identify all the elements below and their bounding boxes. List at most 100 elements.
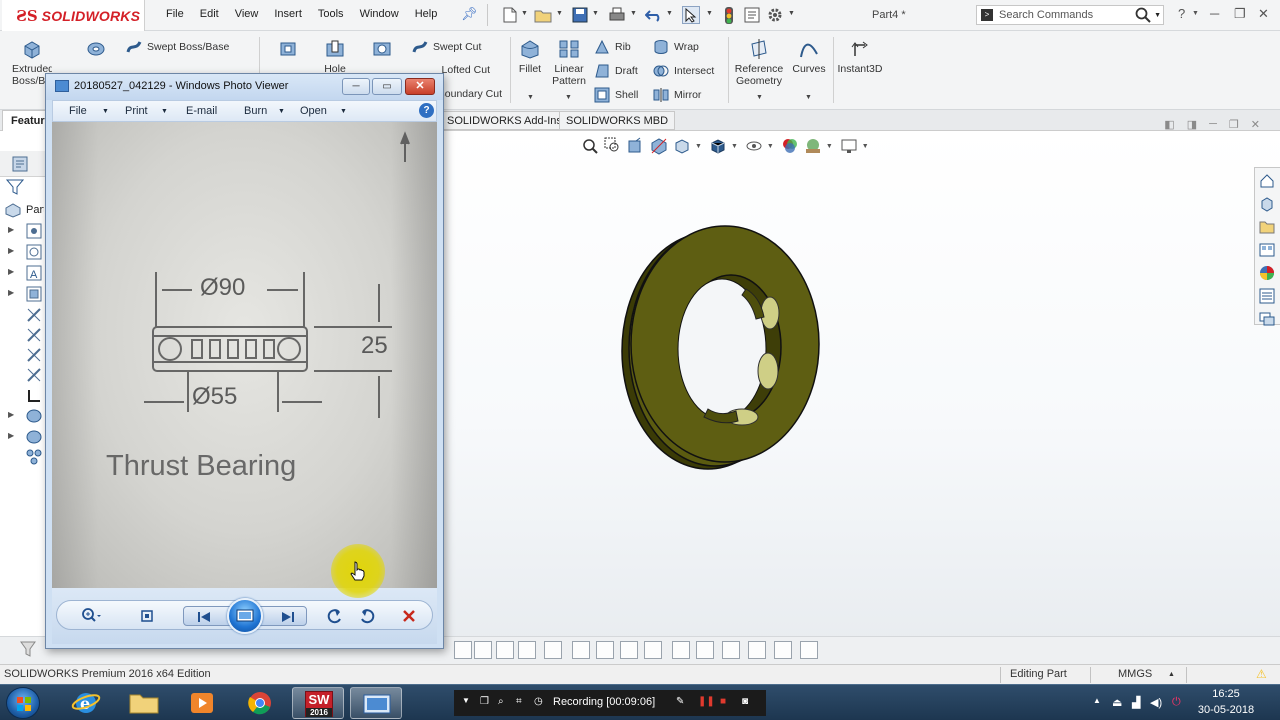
chevron-down-icon[interactable]: ▼ <box>527 94 534 101</box>
chevron-down-icon[interactable]: ▼ <box>565 94 572 101</box>
clock-date[interactable]: 30-05-2018 <box>1196 704 1256 716</box>
mirror-button[interactable]: Mirror <box>653 87 701 103</box>
menu-help[interactable]: Help <box>415 8 438 20</box>
new-document-icon[interactable] <box>501 6 519 24</box>
view-settings-icon[interactable] <box>839 136 859 156</box>
taskbar-chrome[interactable] <box>234 687 286 719</box>
expand-arrow-icon[interactable]: ▶ <box>8 267 14 276</box>
pen-icon[interactable]: ✎ <box>676 696 684 707</box>
next-icon[interactable] <box>278 607 298 627</box>
chevron-down-icon[interactable]: ▼ <box>788 10 795 17</box>
sketch-mirror-icon[interactable] <box>572 641 590 659</box>
pv-menu-file[interactable]: File <box>69 105 87 117</box>
sketch-trim-icon[interactable] <box>518 641 536 659</box>
slideshow-button[interactable] <box>227 598 263 634</box>
custom-properties-icon[interactable] <box>1257 286 1277 306</box>
chevron-down-icon[interactable]: ▼ <box>592 10 599 17</box>
design-library-icon[interactable] <box>1257 194 1277 214</box>
expand-arrow-icon[interactable]: ▶ <box>8 410 14 419</box>
chevron-down-icon[interactable]: ▼ <box>706 10 713 17</box>
chevron-down-icon[interactable]: ▼ <box>161 108 168 115</box>
fillet-button[interactable]: Fillet <box>516 38 544 75</box>
sketch-move-icon[interactable] <box>620 641 638 659</box>
smart-dimension-icon[interactable] <box>644 641 662 659</box>
expand-arrow-icon[interactable]: ▶ <box>8 288 14 297</box>
rebuild-traffic-light-icon[interactable] <box>720 6 738 24</box>
sketch-rectangle-icon[interactable] <box>474 641 492 659</box>
restore-icon[interactable]: ❐ <box>1234 6 1246 22</box>
close-icon[interactable]: ✕ <box>1251 118 1260 131</box>
hole-wizard-button[interactable]: Hole Wizard <box>318 38 352 75</box>
sketch-pattern-icon[interactable] <box>596 641 614 659</box>
chevron-up-icon[interactable]: ▲ <box>1168 671 1175 678</box>
close-icon[interactable]: ✕ <box>1258 6 1269 22</box>
collapse-arrow-icon[interactable]: ▼ <box>462 696 470 705</box>
search-commands-field[interactable]: > Search Commands ▼ <box>976 5 1164 25</box>
lofted-cut-button[interactable]: Lofted Cut <box>438 64 490 76</box>
chevron-down-icon[interactable]: ▼ <box>1154 12 1161 19</box>
display-relations-icon[interactable] <box>696 641 714 659</box>
graphics-area[interactable]: ◧ ◨ ─ ❐ ✕ ▼ ▼ ▼ ▼ ▼ <box>442 118 1280 664</box>
crop-icon[interactable]: ⌗ <box>516 696 522 707</box>
taskbar-file-explorer[interactable] <box>118 687 170 719</box>
menu-edit[interactable]: Edit <box>200 8 219 20</box>
units-selector[interactable]: MMGS <box>1118 668 1152 680</box>
tile-left-icon[interactable]: ◧ <box>1164 118 1174 131</box>
linear-pattern-button[interactable]: Linear Pattern <box>550 38 588 87</box>
pv-menu-burn[interactable]: Burn <box>244 105 267 117</box>
apply-scene-icon[interactable] <box>803 136 823 156</box>
volume-icon[interactable]: ◀) <box>1150 696 1162 709</box>
swept-cut-button[interactable]: Swept Cut <box>412 39 481 55</box>
display-style-icon[interactable] <box>708 136 728 156</box>
sketch-fillet-icon[interactable] <box>496 641 514 659</box>
instant2d-icon[interactable] <box>800 641 818 659</box>
solidworks-resources-icon[interactable] <box>1257 171 1277 191</box>
restore-icon[interactable]: ❐ <box>1229 118 1239 131</box>
menu-file[interactable]: File <box>166 8 184 20</box>
revolved-cut-button[interactable] <box>370 38 394 63</box>
network-icon[interactable]: ▟ <box>1132 696 1140 709</box>
menu-insert[interactable]: Insert <box>274 8 302 20</box>
print-icon[interactable] <box>608 6 626 24</box>
open-folder-icon[interactable] <box>534 6 552 24</box>
photo-content[interactable]: Ø90 25 Ø55 Thrust Bearing <box>52 122 437 588</box>
file-properties-icon[interactable] <box>743 6 761 24</box>
curves-button[interactable]: Curves <box>792 38 826 75</box>
actual-size-icon[interactable] <box>137 606 157 626</box>
minimize-icon[interactable]: ─ <box>1210 6 1219 21</box>
help-icon[interactable]: ? <box>419 103 434 118</box>
chevron-down-icon[interactable]: ▼ <box>556 10 563 17</box>
shell-button[interactable]: Shell <box>594 87 638 103</box>
help-button[interactable]: ? <box>1178 6 1185 21</box>
chevron-down-icon[interactable]: ▼ <box>862 143 869 150</box>
camera-icon[interactable]: ◙ <box>742 696 748 707</box>
rapid-sketch-icon[interactable] <box>774 641 792 659</box>
usb-icon[interactable]: ⏏ <box>1112 696 1122 709</box>
expand-arrow-icon[interactable]: ▶ <box>8 431 14 440</box>
previous-icon[interactable] <box>194 607 214 627</box>
menu-tools[interactable]: Tools <box>318 8 344 20</box>
chevron-down-icon[interactable]: ▼ <box>1192 10 1199 17</box>
zoom-to-fit-icon[interactable] <box>580 136 600 156</box>
expand-arrow-icon[interactable]: ▶ <box>8 246 14 255</box>
quick-snaps-icon[interactable] <box>748 641 766 659</box>
taskbar-media-player[interactable] <box>176 687 228 719</box>
previous-view-icon[interactable] <box>626 136 646 156</box>
select-pointer-icon[interactable] <box>682 6 700 24</box>
delete-icon[interactable] <box>399 606 419 626</box>
minimize-icon[interactable]: ─ <box>1209 118 1217 131</box>
undo-icon[interactable] <box>645 6 663 24</box>
chevron-down-icon[interactable]: ▼ <box>102 108 109 115</box>
solidworks-forum-icon[interactable] <box>1257 309 1277 329</box>
chevron-down-icon[interactable]: ▼ <box>666 10 673 17</box>
taskbar-internet-explorer[interactable]: e <box>60 687 112 719</box>
sketch-offset-icon[interactable] <box>544 641 562 659</box>
chevron-down-icon[interactable]: ▼ <box>826 143 833 150</box>
edit-appearance-icon[interactable] <box>780 136 800 156</box>
reference-geometry-button[interactable]: Reference Geometry <box>733 38 785 87</box>
taskbar-solidworks[interactable]: SW 2016 <box>292 687 344 719</box>
chevron-down-icon[interactable]: ▼ <box>805 94 812 101</box>
pause-icon[interactable]: ❚❚ <box>698 696 715 707</box>
save-icon[interactable] <box>571 6 589 24</box>
swept-boss-button[interactable]: Swept Boss/Base <box>126 39 229 55</box>
